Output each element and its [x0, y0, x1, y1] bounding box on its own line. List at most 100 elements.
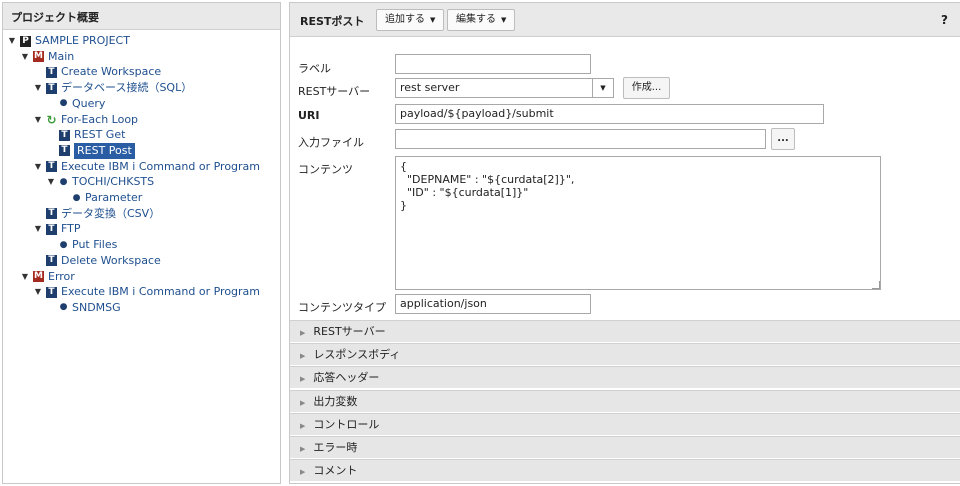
bullet-icon: ● — [59, 176, 68, 187]
tree-item[interactable]: ● Put Files — [46, 237, 118, 253]
expand-toggle-icon[interactable]: ▼ — [20, 49, 30, 65]
collapsible-section[interactable]: ▶ エラー時 — [290, 436, 960, 458]
tree-item[interactable]: ▼ P SAMPLE PROJECT — [7, 33, 130, 49]
task-icon: T — [46, 66, 57, 78]
task-icon: T — [59, 145, 70, 157]
expand-toggle-icon[interactable]: ▼ — [46, 174, 56, 190]
section-title: レスポンスボディ — [313, 348, 401, 362]
content-type-input[interactable]: application/json — [395, 294, 591, 314]
tree-item[interactable]: ▼ M Main — [20, 49, 74, 65]
bullet-icon: ● — [59, 302, 68, 313]
expand-toggle-icon[interactable]: ▼ — [33, 112, 43, 128]
tree-item[interactable]: T REST Post — [46, 142, 135, 159]
tree-item-label: Put Files — [72, 238, 118, 252]
chevron-right-icon: ▶ — [300, 375, 306, 384]
project-outline-header: プロジェクト概要 — [3, 3, 280, 30]
section-title: エラー時 — [313, 441, 358, 454]
chevron-right-icon: ▶ — [300, 398, 306, 407]
collapsible-section[interactable]: ▶ コントロール — [290, 412, 960, 435]
section-title: RESTサーバー — [313, 325, 386, 338]
label-field-label: ラベル — [298, 62, 331, 75]
resize-grip-icon[interactable] — [872, 281, 880, 289]
add-dropdown-button[interactable]: 追加する ▼ — [376, 9, 445, 31]
tree-item-label: REST Post — [74, 142, 135, 159]
uri-input[interactable]: payload/${payload}/submit — [395, 104, 824, 124]
tree-item[interactable]: ● SNDMSG — [46, 300, 121, 316]
tree-item-label: Error — [48, 269, 75, 283]
expand-toggle-icon[interactable]: ▼ — [33, 284, 43, 300]
collapsible-section[interactable]: ▶ コメント — [290, 459, 960, 482]
task-icon: T — [46, 255, 57, 267]
help-icon[interactable]: ? — [941, 13, 948, 27]
expand-toggle-icon[interactable]: ▼ — [20, 269, 30, 285]
task-icon: T — [46, 223, 57, 235]
tree-item-label: For-Each Loop — [61, 112, 139, 126]
tree-item-label: SNDMSG — [72, 300, 121, 314]
tree-item[interactable]: T Create Workspace — [33, 64, 161, 80]
tree-item[interactable]: ▼ T FTP — [33, 221, 81, 237]
chevron-right-icon: ▶ — [300, 352, 306, 361]
task-icon: T — [46, 208, 57, 220]
expand-toggle-icon[interactable]: ▼ — [33, 80, 43, 96]
edit-dropdown-button[interactable]: 編集する ▼ — [447, 9, 516, 31]
add-button-label: 追加する — [385, 14, 425, 25]
chevron-right-icon: ▶ — [300, 468, 306, 477]
label-input[interactable] — [395, 54, 591, 74]
bullet-icon: ● — [59, 98, 68, 109]
tree-item[interactable]: ▼ ↻ For-Each Loop — [33, 112, 138, 128]
rest-post-form: ラベル RESTサーバー rest server ▼ 作成... URI pay… — [290, 44, 960, 322]
tree-item[interactable]: T データ変換（CSV） — [33, 206, 160, 222]
expand-toggle-icon[interactable]: ▼ — [33, 159, 43, 175]
tree-item[interactable]: ▼ T Execute IBM i Command or Program — [33, 284, 260, 300]
tree-item[interactable]: ● Parameter — [59, 190, 143, 206]
tree-item-label: SAMPLE PROJECT — [35, 34, 130, 47]
section-title: 出力変数 — [313, 394, 358, 408]
input-file-field-label: 入力ファイル — [298, 136, 364, 149]
browse-file-button[interactable]: ... — [771, 128, 795, 150]
create-server-button[interactable]: 作成... — [623, 77, 670, 99]
task-icon: T — [46, 161, 57, 173]
rest-server-select[interactable]: rest server — [395, 78, 593, 98]
bullet-icon: ● — [72, 192, 81, 203]
content-textarea[interactable]: { "DEPNAME" : "${curdata[2]}", "ID" : "$… — [395, 156, 881, 290]
task-icon: T — [46, 286, 57, 298]
collapsible-section[interactable]: ▶ レスポンスボディ — [290, 343, 960, 366]
uri-field-label: URI — [298, 109, 320, 122]
tree-item-label: Parameter — [85, 191, 143, 204]
edit-button-label: 編集する — [456, 14, 496, 25]
tree-item[interactable]: ▼ T データベース接続（SQL） — [33, 80, 192, 96]
task-icon: T — [59, 129, 70, 141]
input-file-input[interactable] — [395, 129, 766, 149]
tree-item[interactable]: ▼ M Error — [20, 269, 75, 285]
bullet-icon: ● — [59, 239, 68, 250]
tree-item-label: Main — [48, 49, 75, 63]
editor-toolbar: RESTポスト 追加する ▼ 編集する ▼ ? — [290, 3, 960, 37]
tree-item-label: Delete Workspace — [61, 253, 161, 267]
tree-item[interactable]: ● Query — [46, 96, 106, 112]
editor-title: RESTポスト — [300, 15, 365, 28]
tree-item-label: TOCHI/CHKSTS — [72, 175, 155, 189]
expand-toggle-icon[interactable]: ▼ — [7, 33, 17, 49]
section-title: コメント — [313, 464, 358, 478]
module-icon: M — [33, 51, 44, 63]
expand-toggle-icon[interactable]: ▼ — [33, 221, 43, 237]
section-title: 応答ヘッダー — [313, 371, 380, 385]
tree-item-label: REST Get — [74, 128, 126, 142]
collapsible-section[interactable]: ▶ RESTサーバー — [290, 320, 960, 342]
tree-item[interactable]: T REST Get — [46, 127, 125, 143]
content-type-field-label: コンテンツタイプ — [298, 301, 386, 314]
chevron-down-icon: ▼ — [501, 16, 507, 24]
chevron-down-icon: ▼ — [430, 16, 436, 24]
collapsible-section[interactable]: ▶ 応答ヘッダー — [290, 366, 960, 389]
chevron-right-icon: ▶ — [300, 445, 306, 453]
tree-item-label: FTP — [61, 222, 81, 236]
content-field-label: コンテンツ — [298, 163, 353, 176]
chevron-down-icon[interactable]: ▼ — [592, 78, 614, 98]
loop-icon: ↻ — [46, 112, 57, 127]
tree-item[interactable]: T Delete Workspace — [33, 253, 161, 269]
tree-item[interactable]: ▼ ● TOCHI/CHKSTS — [46, 174, 154, 190]
task-editor-panel: RESTポスト 追加する ▼ 編集する ▼ ? ラベル RESTサーバー rest … — [289, 2, 960, 484]
collapsible-section[interactable]: ▶ 出力変数 — [290, 389, 960, 412]
tree-item-label: Query — [72, 96, 106, 110]
tree-item[interactable]: ▼ T Execute IBM i Command or Program — [33, 159, 260, 175]
